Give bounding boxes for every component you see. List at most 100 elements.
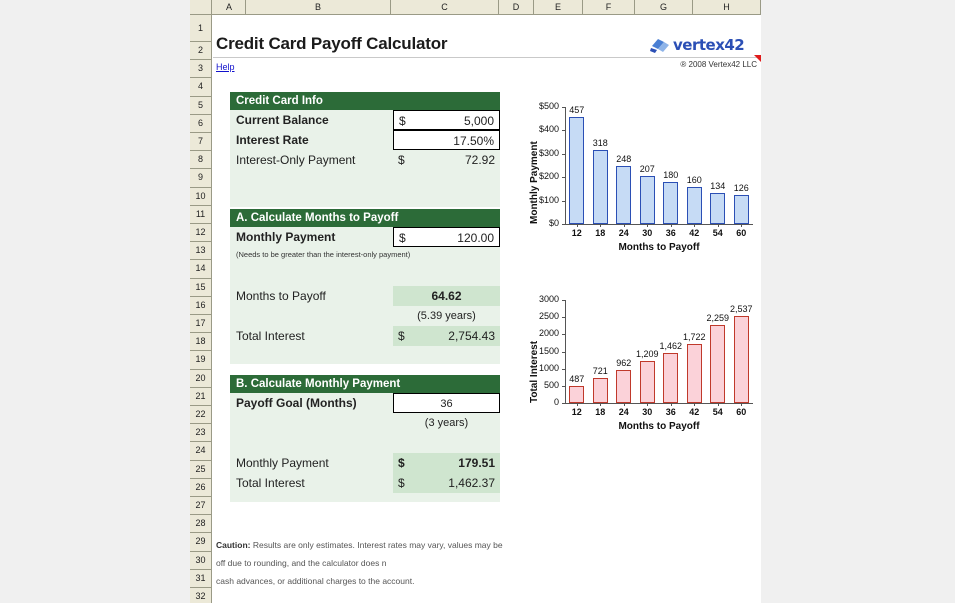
bar-30 xyxy=(639,175,655,224)
row-header-20[interactable]: 20 xyxy=(190,369,211,388)
b-payoff-goal-label: Payoff Goal (Months) xyxy=(236,396,357,410)
row-current-balance: Current Balance $ 5,000 xyxy=(230,110,500,130)
row-header-31[interactable]: 31 xyxy=(190,569,211,588)
row-header-6[interactable]: 6 xyxy=(190,114,211,133)
y-tick-mark xyxy=(562,351,565,353)
a-total-interest-value: 2,754.43 xyxy=(448,329,495,343)
y-tick-label: $500 xyxy=(538,101,559,111)
x-tick-label-60: 60 xyxy=(736,228,747,238)
bar-value-label-54: 134 xyxy=(710,180,726,191)
row-header-9[interactable]: 9 xyxy=(190,169,211,188)
monthly-payment-chart[interactable]: $0 $100 $200 $300 $400 $500 457 12 318 18 248 24 207… xyxy=(518,93,761,268)
row-header-16[interactable]: 16 xyxy=(190,296,211,315)
row-header-25[interactable]: 25 xyxy=(190,460,211,479)
bar-value-label-30: 207 xyxy=(639,163,655,174)
current-balance-label: Current Balance xyxy=(236,113,329,127)
row-header-10[interactable]: 10 xyxy=(190,187,211,206)
y-axis-title: Total Interest xyxy=(529,340,540,403)
vertex42-logo[interactable]: vertex42 xyxy=(648,35,758,55)
row-header-26[interactable]: 26 xyxy=(190,478,211,497)
y-tick-mark xyxy=(562,130,565,132)
row-header-32[interactable]: 32 xyxy=(190,588,211,603)
row-header-11[interactable]: 11 xyxy=(190,205,211,224)
a-years-value: (5.39 years) xyxy=(417,310,476,322)
x-tick-label-42: 42 xyxy=(689,228,700,238)
y-tick-mark xyxy=(562,403,565,404)
section-b-panel: B. Calculate Monthly Payment Payoff Goal… xyxy=(230,375,500,502)
b-total-interest-currency: $ xyxy=(398,476,405,490)
row-header-12[interactable]: 12 xyxy=(190,224,211,243)
x-axis-line xyxy=(565,224,753,225)
row-header-5[interactable]: 5 xyxy=(190,96,211,115)
bar-value-label-54: 2,259 xyxy=(706,313,729,324)
b-payoff-goal-input[interactable]: 36 xyxy=(393,393,500,413)
select-all-corner[interactable] xyxy=(190,0,212,14)
row-header-1[interactable]: 1 xyxy=(190,15,211,42)
column-header-C[interactable]: C xyxy=(391,0,499,14)
row-header-18[interactable]: 18 xyxy=(190,333,211,352)
row-header-21[interactable]: 21 xyxy=(190,387,211,406)
a-payment-note: (Needs to be greater than the interest-o… xyxy=(236,250,411,259)
bar-value-label-42: 160 xyxy=(686,174,702,185)
section-b-header: B. Calculate Monthly Payment xyxy=(230,375,500,393)
row-header-30[interactable]: 30 xyxy=(190,551,211,570)
a-years-cell: (5.39 years) xyxy=(393,306,500,326)
column-header-A[interactable]: A xyxy=(213,0,246,14)
row-interest-rate: Interest Rate 17.50% xyxy=(230,130,500,150)
row-b-total-interest: Total Interest $ 1,462.37 xyxy=(230,473,500,493)
interest-rate-value: 17.50% xyxy=(453,134,494,148)
row-b-payoff-goal: Payoff Goal (Months) 36 xyxy=(230,393,500,413)
a-total-interest-currency: $ xyxy=(398,329,405,343)
credit-card-info-header: Credit Card Info xyxy=(230,92,500,110)
column-header-G[interactable]: G xyxy=(635,0,693,14)
column-header-D[interactable]: D xyxy=(499,0,534,14)
caution-note: Caution: Results are only estimates. Int… xyxy=(216,536,616,591)
bar-value-label-24: 962 xyxy=(616,357,632,368)
row-header-7[interactable]: 7 xyxy=(190,133,211,152)
row-header-2[interactable]: 2 xyxy=(190,42,211,61)
y-axis-title: Monthly Payment xyxy=(529,141,540,224)
column-header-B[interactable]: B xyxy=(246,0,391,14)
y-tick-mark xyxy=(562,334,565,336)
column-header-F[interactable]: F xyxy=(583,0,635,14)
row-header-3[interactable]: 3 xyxy=(190,60,211,79)
bar-42 xyxy=(686,343,702,403)
row-header-28[interactable]: 28 xyxy=(190,515,211,534)
row-header-29[interactable]: 29 xyxy=(190,533,211,552)
row-header-27[interactable]: 27 xyxy=(190,497,211,516)
row-header-24[interactable]: 24 xyxy=(190,442,211,461)
row-header-8[interactable]: 8 xyxy=(190,151,211,170)
column-header-strip: A B C D E F G H xyxy=(190,0,761,15)
column-header-H[interactable]: H xyxy=(693,0,761,14)
a-monthly-payment-input[interactable]: $ 120.00 xyxy=(393,227,500,247)
column-header-E[interactable]: E xyxy=(534,0,583,14)
help-link[interactable]: Help xyxy=(216,62,235,72)
x-tick-mark-12 xyxy=(576,224,578,227)
a-months-label: Months to Payoff xyxy=(236,289,326,303)
x-tick-label-30: 30 xyxy=(642,407,653,417)
row-header-22[interactable]: 22 xyxy=(190,406,211,425)
a-monthly-payment-currency: $ xyxy=(399,231,406,245)
row-a-months-to-payoff: Months to Payoff 64.62 xyxy=(230,286,500,306)
row-header-13[interactable]: 13 xyxy=(190,242,211,261)
row-header-23[interactable]: 23 xyxy=(190,424,211,443)
interest-rate-input[interactable]: 17.50% xyxy=(393,130,500,150)
copyright-text: ® 2008 Vertex42 LLC xyxy=(680,60,757,69)
x-tick-label-42: 42 xyxy=(689,407,700,417)
current-balance-input[interactable]: $ 5,000 xyxy=(393,110,500,130)
row-a-years: (5.39 years) xyxy=(230,306,500,326)
bar-18 xyxy=(592,149,608,224)
row-header-4[interactable]: 4 xyxy=(190,78,211,97)
row-header-15[interactable]: 15 xyxy=(190,278,211,297)
bar-value-label-18: 318 xyxy=(592,137,608,148)
total-interest-chart[interactable]: 0 500 1000 1500 2000 2500 3000 487 12 721 18 962 24 1… xyxy=(518,280,761,445)
bar-54 xyxy=(710,192,726,224)
row-header-17[interactable]: 17 xyxy=(190,315,211,334)
x-tick-label-54: 54 xyxy=(712,228,723,238)
row-header-14[interactable]: 14 xyxy=(190,260,211,279)
a-total-interest-label: Total Interest xyxy=(236,329,305,343)
bar-value-label-60: 2,537 xyxy=(729,303,753,314)
row-header-19[interactable]: 19 xyxy=(190,351,211,370)
x-tick-mark-12 xyxy=(576,403,578,406)
x-axis-line xyxy=(565,403,753,404)
